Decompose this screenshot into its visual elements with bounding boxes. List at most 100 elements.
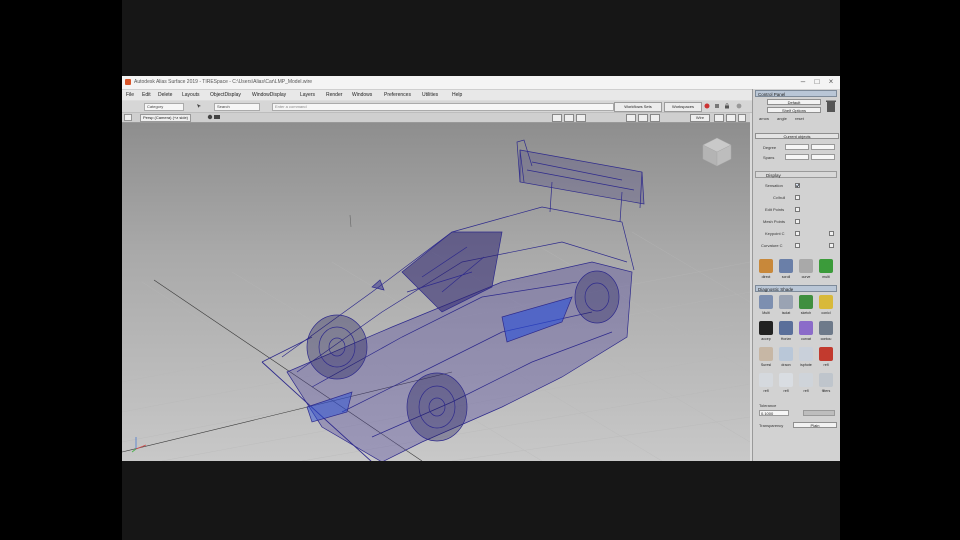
help-icon[interactable] <box>704 103 710 109</box>
scene-canvas[interactable] <box>122 122 750 461</box>
shelf-dropdown[interactable]: Shelf Options <box>767 107 821 113</box>
shade-mode-button[interactable]: Wire <box>690 114 710 122</box>
main-toolbar: Category Search Enter a command Workflow… <box>122 101 752 113</box>
diagnostic-tool-icon[interactable] <box>799 373 813 387</box>
menu-preferences[interactable]: Preferences <box>384 92 411 98</box>
diagnostic-tool-icon[interactable] <box>759 295 773 309</box>
menu-help[interactable]: Help <box>452 92 462 98</box>
viewport-menu-icon[interactable] <box>124 114 132 121</box>
perspective-viewport[interactable]: Persp (Camera) (+z side) Wire <box>122 113 750 461</box>
transparency-dropdown[interactable]: Plain <box>793 422 837 428</box>
menu-layers[interactable]: Layers <box>300 92 315 98</box>
trash-icon[interactable] <box>825 99 837 113</box>
camera-toggle-icon[interactable] <box>206 114 222 120</box>
view-front-button[interactable] <box>564 114 574 122</box>
menu-objectdisplay[interactable]: ObjectDisplay <box>210 92 241 98</box>
palette-icon[interactable] <box>736 103 742 109</box>
diagnostic-tool-icon[interactable] <box>819 373 833 387</box>
diagnostic-tool-icon[interactable] <box>759 373 773 387</box>
diagnostic-tool-label: accep <box>761 337 771 341</box>
toggle-label-0: Sensation <box>765 183 783 188</box>
menu-edit[interactable]: Edit <box>142 92 151 98</box>
toggle-checkbox-5b[interactable] <box>829 243 834 248</box>
command-input[interactable]: Enter a command <box>272 103 614 111</box>
view-grid-button[interactable] <box>552 114 562 122</box>
layer-dropdown[interactable]: Default <box>767 99 821 105</box>
view-layout-button[interactable] <box>650 114 660 122</box>
transparency-label: Transparency <box>759 423 784 428</box>
multi-tool-icon[interactable] <box>819 259 833 273</box>
category-dropdown[interactable]: Category <box>144 103 184 111</box>
diagnostic-tool-icon[interactable] <box>779 373 793 387</box>
display-header-label: Display <box>766 173 781 178</box>
menu-windowdisplay[interactable]: WindowDisplay <box>252 92 286 98</box>
degree-field-v[interactable] <box>811 144 835 150</box>
toggle-label-1: Cv/hull <box>773 195 786 200</box>
diagnostic-tool-icon[interactable] <box>779 321 793 335</box>
viewcube-icon[interactable] <box>700 135 734 169</box>
view-quad-button[interactable] <box>726 114 736 122</box>
pick-icon[interactable] <box>196 103 202 109</box>
shelf-tab-reset[interactable]: reset <box>795 116 804 121</box>
display-section-header[interactable]: Display <box>755 171 837 178</box>
search-dropdown[interactable]: Search <box>214 103 260 111</box>
view-maximize-button[interactable] <box>738 114 746 122</box>
toggle-checkbox-3[interactable] <box>795 219 800 224</box>
toggle-checkbox-4b[interactable] <box>829 231 834 236</box>
view-top-button[interactable] <box>626 114 636 122</box>
diagnostic-tool-label: refl <box>783 389 789 393</box>
spans-field-v[interactable] <box>811 154 835 160</box>
close-button[interactable]: × <box>824 77 838 87</box>
diagnostic-tool-label: curvat <box>801 337 811 341</box>
toggle-checkbox-4[interactable] <box>795 231 800 236</box>
diagnostic-tool-label: Suresl <box>760 363 772 367</box>
diagnostic-tool-icon[interactable] <box>759 347 773 361</box>
diagnostic-tool-label: draon <box>781 363 791 367</box>
workspaces-button[interactable]: Workspaces <box>664 102 702 112</box>
scroll-tool-icon[interactable] <box>779 259 793 273</box>
toggle-label-5: Curvature C <box>761 243 783 248</box>
diagnostic-tool-icon[interactable] <box>779 347 793 361</box>
tolerance-slider[interactable] <box>803 410 835 416</box>
menu-file[interactable]: File <box>126 92 134 98</box>
menu-render[interactable]: Render <box>326 92 342 98</box>
menu-delete[interactable]: Delete <box>158 92 172 98</box>
diagnostic-tool-icon[interactable] <box>779 295 793 309</box>
view-persp-button[interactable] <box>638 114 648 122</box>
curve-tool-icon[interactable] <box>799 259 813 273</box>
tools-icon[interactable] <box>714 103 720 109</box>
menu-windows[interactable]: Windows <box>352 92 372 98</box>
diagnostic-tool-label: refl <box>823 363 829 367</box>
diagnostic-tool-icon[interactable] <box>819 321 833 335</box>
diagnostic-tool-icon[interactable] <box>819 295 833 309</box>
spans-field[interactable] <box>785 154 809 160</box>
view-side-button[interactable] <box>576 114 586 122</box>
degree-field[interactable] <box>785 144 809 150</box>
diagnostic-tool-icon[interactable] <box>759 321 773 335</box>
diagnostic-shade-header[interactable]: Diagnostic Shade <box>755 285 837 292</box>
view-single-button[interactable] <box>714 114 724 122</box>
direct-tool-icon[interactable] <box>759 259 773 273</box>
workflow-sets-button[interactable]: Workflows Sets <box>614 102 662 112</box>
toggle-checkbox-5[interactable] <box>795 243 800 248</box>
diagnostic-tool-icon[interactable] <box>799 295 813 309</box>
diagnostic-tool-label: sketch <box>800 311 812 315</box>
diagnostic-tool-icon[interactable] <box>799 347 813 361</box>
diagnostic-tool-icon[interactable] <box>819 347 833 361</box>
menu-utilities[interactable]: Utilities <box>422 92 438 98</box>
tolerance-field[interactable]: 0.1000 <box>759 410 789 416</box>
letterbox-top <box>122 0 840 76</box>
diagnostic-tool-icon[interactable] <box>799 321 813 335</box>
maximize-button[interactable]: □ <box>810 77 824 87</box>
toggle-checkbox-2[interactable] <box>795 207 800 212</box>
toggle-checkbox-0[interactable] <box>795 183 800 188</box>
minimize-button[interactable]: – <box>796 77 810 87</box>
lock-icon[interactable] <box>724 103 730 109</box>
menu-layouts[interactable]: Layouts <box>182 92 200 98</box>
letterbox-right <box>840 0 960 540</box>
viewport-camera-label[interactable]: Persp (Camera) (+z side) <box>140 114 192 122</box>
toggle-checkbox-1[interactable] <box>795 195 800 200</box>
current-objects-header[interactable]: Current objects <box>755 133 839 139</box>
shelf-tab-arrow[interactable]: arrow <box>759 116 769 121</box>
shelf-tab-angle[interactable]: angle <box>777 116 787 121</box>
